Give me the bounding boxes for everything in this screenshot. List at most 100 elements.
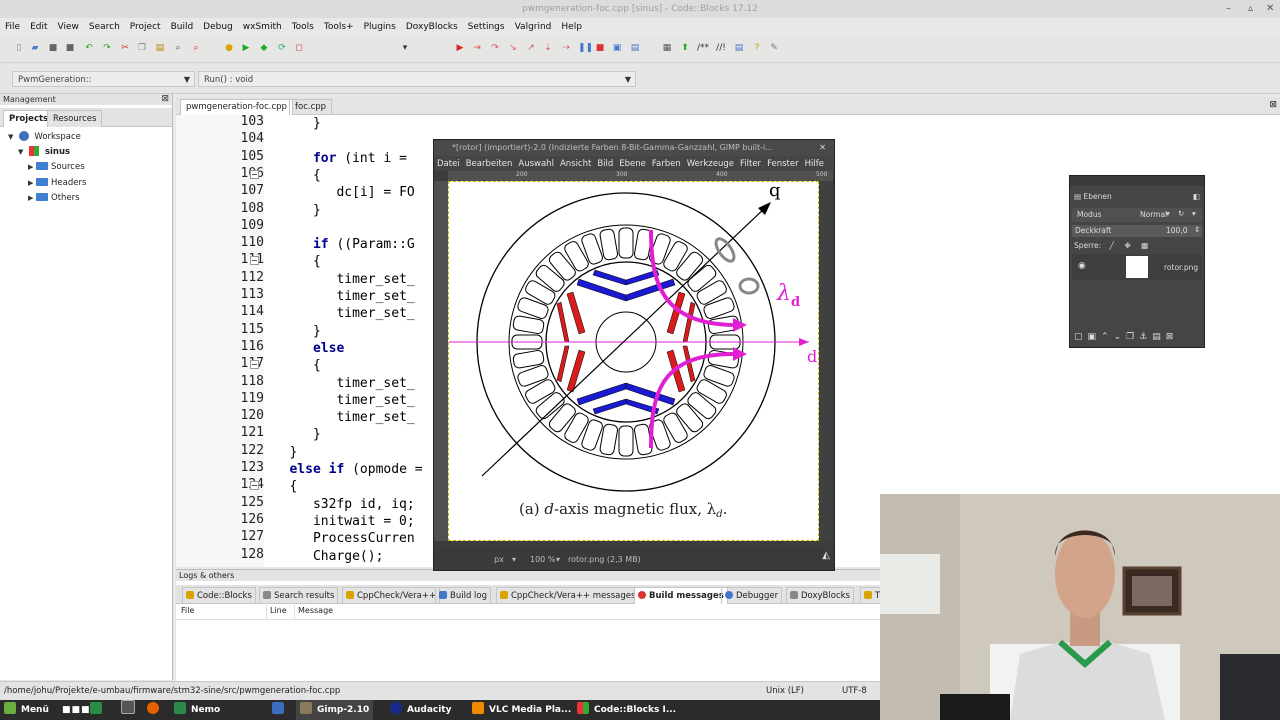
tab-build-log[interactable]: Build log [435, 587, 491, 604]
code-line[interactable]: if ((Param::G [266, 237, 415, 252]
terminal-launcher[interactable] [90, 700, 107, 720]
next-line-icon[interactable]: ↷ [490, 43, 500, 53]
tab-build-messages[interactable]: Build messages [634, 587, 728, 604]
code-line[interactable]: { [266, 254, 321, 269]
menu-tools-plus[interactable]: Tools+ [319, 22, 359, 32]
menu-project[interactable]: Project [125, 22, 166, 32]
task-nemo[interactable]: Nemo [174, 700, 220, 720]
raise-layer-icon[interactable]: ⌃ [1101, 332, 1114, 342]
menu-wxsmith[interactable]: wxSmith [238, 22, 287, 32]
gimp-menu-datei[interactable]: Datei [434, 159, 463, 169]
layers-tab[interactable]: ▤ Ebenen [1074, 192, 1112, 201]
copy-icon[interactable]: ❐ [137, 43, 147, 53]
start-menu-button[interactable]: Menü [4, 700, 49, 720]
doxy-comment-icon[interactable]: /** [697, 43, 709, 53]
debug-start-icon[interactable]: ▶ [455, 43, 465, 53]
code-line[interactable]: Charge(); [266, 549, 383, 564]
abort-icon[interactable]: ◻ [294, 43, 304, 53]
build-target-dropdown-icon[interactable]: ▾ [400, 43, 410, 53]
column-message[interactable]: Message [294, 603, 333, 619]
code-line[interactable]: ProcessCurren [266, 531, 415, 546]
new-file-icon[interactable]: ▯ [14, 43, 24, 53]
undo-icon[interactable]: ↶ [84, 43, 94, 53]
image-canvas[interactable]: q d λd (a) d-axis magnetic flux, λd. [448, 180, 819, 541]
menu-edit[interactable]: Edit [25, 22, 52, 32]
task-vlc[interactable]: VLC Media Pla... [472, 700, 571, 720]
doxy-html-icon[interactable]: ▤ [734, 43, 744, 53]
opacity-slider[interactable]: Deckkraft 100,0 ⇕ [1072, 225, 1202, 237]
collapse-icon[interactable]: ▼ [18, 145, 26, 159]
find-icon[interactable]: ⌕ [173, 43, 183, 53]
tree-project[interactable]: ▼ sinus [18, 145, 70, 159]
lock-position-icon[interactable]: ✥ [1124, 241, 1130, 250]
code-line[interactable]: timer_set_ [266, 306, 414, 321]
lock-pixels-icon[interactable]: ╱ [1110, 241, 1115, 250]
rebuild-icon[interactable]: ⟳ [277, 43, 287, 53]
fold-toggle-icon[interactable] [250, 481, 259, 491]
menu-view[interactable]: View [53, 22, 84, 32]
anchor-layer-icon[interactable]: ⚓ [1139, 332, 1152, 342]
debug-windows-icon[interactable]: ▣ [612, 43, 622, 53]
files-launcher[interactable] [121, 700, 140, 720]
code-line[interactable]: for (int i = [266, 151, 415, 166]
step-into-icon[interactable]: ↘ [508, 43, 518, 53]
layer-row[interactable]: ◉ rotor.png [1072, 254, 1202, 280]
code-line[interactable]: timer_set_ [266, 289, 414, 304]
gimp-menu-auswahl[interactable]: Auswahl [515, 159, 557, 169]
code-line[interactable]: dc[i] = FO [266, 185, 414, 200]
chevron-down-icon[interactable]: ▾ [1192, 209, 1196, 218]
tree-folder-headers[interactable]: ▶ Headers [28, 176, 86, 190]
tab-cppcheck[interactable]: CppCheck/Vera++ [342, 587, 441, 604]
gimp-menu-ansicht[interactable]: Ansicht [557, 159, 594, 169]
code-line[interactable]: timer_set_ [266, 393, 414, 408]
redo-icon[interactable]: ↷ [102, 43, 112, 53]
gimp-menu-ebene[interactable]: Ebene [616, 159, 649, 169]
code-line[interactable]: } [266, 116, 321, 131]
panel-close-icon[interactable]: ⊠ [161, 94, 169, 105]
step-instruction-icon[interactable]: ⇢ [561, 43, 571, 53]
doxy-line-icon[interactable]: //! [716, 43, 726, 53]
gimp-menu-bild[interactable]: Bild [594, 159, 616, 169]
build-icon[interactable]: ● [224, 43, 234, 53]
code-line[interactable]: else [266, 341, 344, 356]
replace-icon[interactable]: ⌕ [191, 43, 201, 53]
merge-layer-icon[interactable]: ▤ [1152, 332, 1166, 342]
fold-toggle-icon[interactable] [250, 360, 259, 370]
layer-name[interactable]: rotor.png [1164, 263, 1198, 272]
tab-search-results[interactable]: Search results [259, 587, 339, 604]
code-line[interactable]: { [266, 358, 321, 373]
tree-folder-sources[interactable]: ▶ Sources [28, 160, 85, 174]
menu-tools[interactable]: Tools [287, 22, 319, 32]
open-icon[interactable]: ▰ [30, 43, 40, 53]
gimp-menu-farben[interactable]: Farben [649, 159, 684, 169]
tree-folder-others[interactable]: ▶ Others [28, 191, 80, 205]
duplicate-layer-icon[interactable]: ❐ [1126, 332, 1139, 342]
vertical-scrollbar[interactable] [820, 181, 832, 541]
doxy-run-icon[interactable]: ⬆ [680, 43, 690, 53]
gimp-image-window[interactable]: *[rotor] (importiert)-2.0 (Indizierte Fa… [433, 139, 835, 571]
lower-layer-icon[interactable]: ⌄ [1114, 332, 1127, 342]
code-line[interactable]: initwait = 0; [266, 514, 415, 529]
code-line[interactable]: else if (opmode = [266, 462, 422, 477]
editor-close-icon[interactable]: ⊠ [1269, 100, 1277, 110]
menu-build[interactable]: Build [166, 22, 199, 32]
expand-icon[interactable]: ▶ [28, 160, 36, 174]
unit-select[interactable]: px [494, 549, 504, 570]
gimp-close-icon[interactable]: ✕ [819, 140, 826, 156]
task-gimp-launcher[interactable] [272, 700, 289, 720]
chevron-down-icon[interactable]: ▾ [512, 549, 516, 570]
chevron-down-icon[interactable]: ▾ [1166, 209, 1170, 218]
menu-help[interactable]: Help [556, 22, 587, 32]
horizontal-ruler[interactable]: 200 300 400 500 [448, 171, 833, 181]
maximize-icon[interactable]: ▵ [1248, 0, 1253, 18]
expand-icon[interactable]: ▶ [28, 176, 36, 190]
tree-workspace[interactable]: ▼ Workspace [8, 130, 81, 144]
tab-cppcheck-messages[interactable]: CppCheck/Vera++ messages [496, 587, 640, 604]
code-line[interactable]: { [266, 168, 321, 183]
minimize-icon[interactable]: – [1226, 0, 1231, 18]
mode-select[interactable]: Normal [1140, 210, 1167, 219]
code-line[interactable]: timer_set_ [266, 376, 414, 391]
zoom-select[interactable]: 100 % [530, 549, 555, 570]
dock-menu-icon[interactable]: ◧ [1193, 192, 1200, 201]
lock-alpha-icon[interactable]: ▩ [1141, 241, 1148, 250]
